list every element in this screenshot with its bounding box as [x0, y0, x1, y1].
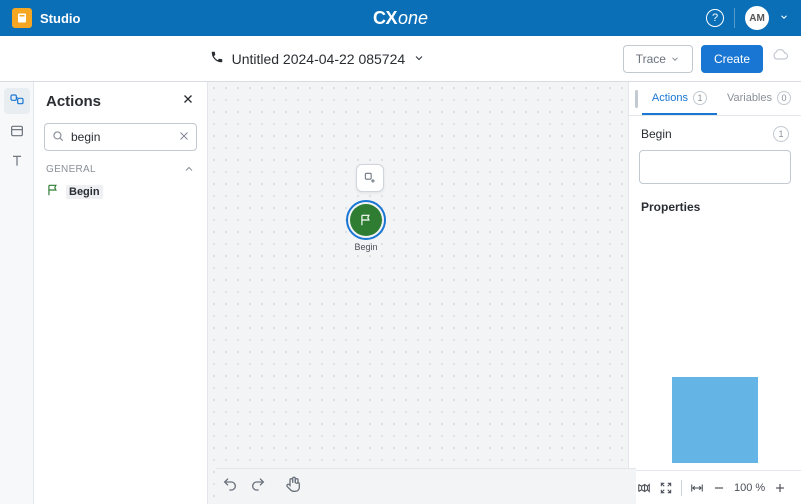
studio-app-icon: [12, 8, 32, 28]
app-header: Studio CXone ? AM: [0, 0, 801, 36]
canvas-add-button[interactable]: [356, 164, 384, 192]
selected-count: 1: [773, 126, 789, 142]
canvas-toolbar: [216, 468, 636, 504]
actions-panel-title: Actions: [46, 93, 101, 110]
search-icon: [51, 129, 65, 148]
flag-icon: [46, 183, 60, 200]
inspector-tabs: Actions 1 Variables 0: [629, 82, 801, 116]
zoom-out-icon[interactable]: [712, 481, 726, 495]
tab-actions-count: 1: [693, 91, 707, 105]
app-title: Studio: [40, 11, 80, 26]
inspector-panel: Actions 1 Variables 0 Begin 1 Properties: [629, 82, 801, 504]
actions-panel: Actions GENERAL Begin: [34, 82, 208, 504]
redo-icon[interactable]: [250, 476, 266, 497]
minimap-viewport: [672, 377, 758, 463]
property-input[interactable]: [639, 150, 791, 184]
rail-data-icon[interactable]: [4, 118, 30, 144]
tab-variables-count: 0: [777, 91, 791, 105]
node-begin-label: Begin: [354, 242, 377, 252]
action-item-begin[interactable]: Begin: [34, 179, 207, 204]
actions-search-input[interactable]: [44, 123, 197, 151]
zoom-level: 100 %: [734, 482, 765, 494]
tab-variables[interactable]: Variables 0: [717, 82, 801, 115]
close-icon[interactable]: [181, 92, 195, 111]
document-title[interactable]: Untitled 2024-04-22 085724: [210, 50, 426, 67]
cloud-icon[interactable]: [771, 47, 789, 70]
brand-logo: CXone: [373, 8, 428, 29]
node-begin-body[interactable]: [350, 204, 382, 236]
node-begin[interactable]: Begin: [350, 204, 382, 252]
zoom-bar: 100 %: [629, 470, 801, 504]
fullscreen-icon[interactable]: [659, 481, 673, 495]
selected-node-name: Begin: [641, 127, 672, 141]
trace-button[interactable]: Trace: [623, 45, 693, 73]
rail-actions-icon[interactable]: [4, 88, 30, 114]
user-avatar[interactable]: AM: [745, 6, 769, 30]
pan-icon[interactable]: [286, 476, 302, 497]
category-general[interactable]: GENERAL: [34, 159, 207, 179]
rail-text-icon[interactable]: [4, 148, 30, 174]
properties-title: Properties: [629, 198, 801, 224]
fit-width-icon[interactable]: [690, 481, 704, 495]
undo-icon[interactable]: [222, 476, 238, 497]
help-icon[interactable]: ?: [706, 9, 724, 27]
canvas[interactable]: Begin: [208, 82, 629, 504]
action-item-label: Begin: [66, 185, 103, 199]
create-button[interactable]: Create: [701, 45, 763, 73]
zoom-in-icon[interactable]: [773, 481, 787, 495]
document-bar: Untitled 2024-04-22 085724 Trace Create: [0, 36, 801, 82]
phone-icon: [210, 50, 224, 67]
divider: [681, 480, 682, 496]
left-rail: [0, 82, 34, 504]
minimap[interactable]: [639, 374, 791, 466]
divider: [734, 8, 735, 28]
chevron-down-icon[interactable]: [413, 51, 425, 67]
document-title-text: Untitled 2024-04-22 085724: [232, 51, 406, 67]
layout-icon[interactable]: [637, 481, 651, 495]
chevron-down-icon[interactable]: [779, 9, 789, 27]
clear-search-icon[interactable]: [177, 129, 191, 148]
tab-actions[interactable]: Actions 1: [642, 82, 717, 115]
